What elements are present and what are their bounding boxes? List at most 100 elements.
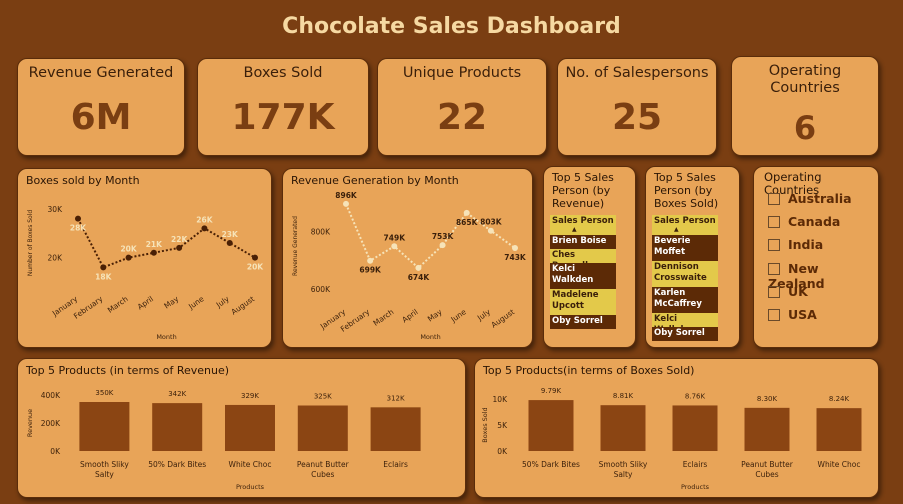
table-header-label: Sales Person [654, 216, 716, 226]
x-axis-label: Products [681, 483, 710, 491]
data-label: 329K [241, 392, 259, 400]
top-products-boxes-panel: Top 5 Products(in terms of Boxes Sold) 0… [474, 358, 879, 498]
bar [600, 405, 646, 451]
x-tick-label: Eclairs [683, 460, 708, 469]
data-label: 325K [314, 393, 332, 401]
data-point [487, 227, 494, 234]
checkbox[interactable] [768, 262, 780, 275]
data-point [226, 240, 233, 246]
country-slicer-panel: Operating Countries Australia Canada Ind… [753, 166, 879, 348]
data-point [367, 257, 374, 264]
table-title: Top 5 Sales Person (by Boxes Sold) [654, 171, 719, 210]
y-tick-label: 800K [311, 228, 331, 237]
kpi-value: 25 [611, 97, 663, 138]
data-label: 8.76K [685, 392, 706, 400]
kpi-card-products: Unique Products 22 [377, 58, 547, 156]
data-point [201, 225, 208, 232]
data-label: 20K [247, 263, 264, 272]
y-axis-label: Boxes Sold [481, 407, 489, 442]
y-tick-label: 10K [493, 395, 509, 404]
top-products-boxes-chart: 0K 5K 10K Boxes Sold 9.79K 50% Dark Bites 8.81… [481, 387, 862, 491]
x-tick-label: August [229, 294, 256, 316]
data-label: 28K [70, 224, 87, 233]
data-label: 674K [408, 273, 431, 282]
y-tick-label: 0K [497, 447, 508, 456]
salesperson-name: Kelci Walkden [552, 264, 594, 285]
checkbox[interactable] [768, 308, 780, 321]
x-tick-label: Cubes [311, 470, 334, 479]
country-option-india[interactable]: India [768, 237, 823, 252]
y-axis-label: Revenue [26, 409, 34, 437]
data-label: 20K [120, 245, 137, 254]
checkbox[interactable] [768, 192, 780, 205]
table-row[interactable]: Brien Boise [550, 235, 616, 249]
country-label: UK [788, 284, 808, 299]
data-label: 749K [384, 233, 407, 242]
country-label: USA [788, 307, 817, 322]
country-option-canada[interactable]: Canada [768, 214, 840, 229]
data-label: 21K [146, 240, 163, 249]
x-tick-label: White Choc [229, 460, 272, 469]
table-row[interactable]: Madelene Upcott [550, 289, 616, 315]
data-label: 896K [335, 191, 358, 200]
table-row[interactable]: Oby Sorrel [550, 315, 616, 329]
kpi-label: Operating Countries [768, 63, 842, 96]
table-row[interactable]: Kelci Walkden [652, 313, 718, 335]
table-header-label: Sales Person [552, 216, 614, 226]
kpi-label: Boxes Sold [243, 65, 323, 81]
table-header[interactable]: Sales Person ▲ [652, 215, 718, 235]
table-row[interactable]: Karlen McCaffrey [652, 287, 718, 313]
boxes-by-month-panel: Boxes sold by Month 20K 30K Number of Boxe… [17, 168, 272, 348]
data-label: 743K [504, 253, 527, 262]
bar [225, 404, 275, 451]
x-tick-label: July [475, 307, 492, 323]
y-axis-label: Number of Boxes Sold [27, 210, 34, 277]
x-tick-label: May [426, 307, 444, 324]
table-title: Top 5 Sales Person (by Revenue) [552, 171, 614, 210]
country-option-australia[interactable]: Australia [768, 191, 852, 206]
bar [672, 405, 718, 451]
data-label: 9.79K [541, 387, 562, 395]
sort-arrow-icon: ▲ [674, 226, 679, 233]
table-row[interactable]: Oby Sorrel [652, 327, 718, 341]
x-tick-label: Smooth Sliky [80, 460, 129, 469]
data-point [125, 254, 132, 261]
salesperson-name: Karlen McCaffrey [654, 288, 702, 309]
data-point [150, 249, 157, 256]
kpi-label: Unique Products [402, 65, 522, 81]
country-label: India [788, 237, 824, 252]
checkbox[interactable] [768, 215, 780, 228]
table-row[interactable]: Ches Bonnell [550, 249, 616, 271]
kpi-value: 6M [70, 97, 132, 138]
table-row[interactable]: Beverie Moffet [652, 235, 718, 261]
top-sales-revenue-panel: Top 5 Sales Person (by Revenue) Sales Pe… [543, 166, 636, 348]
salesperson-name: Beverie Moffet [654, 236, 691, 257]
table-header[interactable]: Sales Person ▲ [550, 215, 616, 235]
x-tick-label: May [162, 294, 180, 311]
x-tick-label: Smooth Sliky [599, 460, 648, 469]
kpi-value: 22 [436, 97, 488, 138]
salesperson-name: Dennison Crosswaite [654, 262, 707, 283]
checkbox[interactable] [768, 285, 780, 298]
x-tick-label: June [448, 307, 468, 325]
x-tick-label: White Choc [818, 460, 861, 469]
table-row[interactable]: Dennison Crosswaite [652, 261, 718, 287]
data-label: 18K [95, 272, 112, 281]
data-point [75, 215, 81, 222]
bar [152, 403, 203, 451]
country-option-usa[interactable]: USA [768, 307, 817, 322]
x-tick-label: June [186, 294, 206, 312]
x-tick-label: 50% Dark Bites [522, 460, 580, 469]
data-label: 342K [168, 390, 186, 398]
x-axis-label: Month [420, 333, 440, 341]
kpi-label: Revenue Generated [28, 65, 174, 81]
checkbox[interactable] [768, 238, 780, 251]
data-label: 8.30K [757, 395, 778, 403]
kpi-card-salespersons: No. of Salespersons 25 [557, 58, 717, 156]
data-point [252, 254, 258, 261]
country-option-uk[interactable]: UK [768, 284, 808, 299]
table-row[interactable]: Kelci Walkden [550, 263, 616, 289]
kpi-card-revenue: Revenue Generated 6M [17, 58, 185, 156]
revenue-by-month-panel: Revenue Generation by Month 600K 800K Reve… [282, 168, 533, 348]
top-products-revenue-chart: 0K 200K 400K Revenue 350K Smooth SlikySalty 34… [26, 389, 421, 491]
